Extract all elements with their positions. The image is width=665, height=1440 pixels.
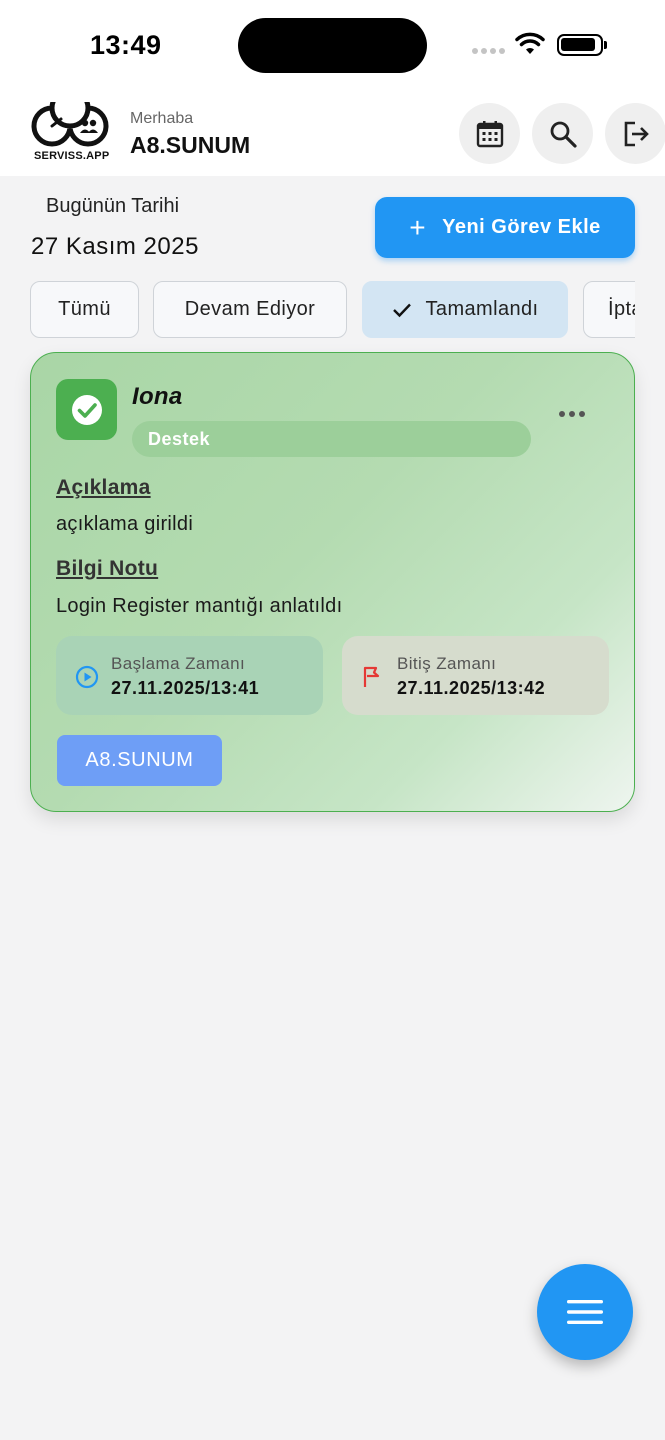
description-text: açıklama girildi bbox=[56, 513, 194, 535]
check-icon bbox=[392, 303, 411, 317]
filter-chip-label: Tamamlandı bbox=[425, 298, 539, 320]
filter-chip-completed[interactable]: Tamamlandı bbox=[362, 281, 568, 338]
end-time-box: Bitiş Zamanı 27.11.2025/13:42 bbox=[342, 636, 609, 715]
flag-icon bbox=[363, 666, 380, 687]
add-task-button[interactable]: + Yeni Görev Ekle bbox=[375, 197, 635, 258]
assignee-chip[interactable]: A8.SUNUM bbox=[57, 735, 222, 786]
today-label: Bugünün Tarihi bbox=[46, 195, 180, 217]
note-text: Login Register mantığı anlatıldı bbox=[56, 595, 343, 617]
add-task-label: Yeni Görev Ekle bbox=[442, 216, 601, 238]
start-time-value: 27.11.2025/13:41 bbox=[111, 678, 260, 698]
filter-chip-label: Tümü bbox=[58, 298, 111, 320]
check-circle-icon bbox=[71, 394, 102, 425]
start-time-box: Başlama Zamanı 27.11.2025/13:41 bbox=[56, 636, 323, 715]
plus-icon: + bbox=[409, 211, 427, 243]
wifi-icon bbox=[514, 32, 546, 61]
status-filter-bar: Tümü Devam Ediyor Tamamlandı İptal bbox=[30, 281, 635, 340]
status-time: 13:49 bbox=[90, 30, 162, 60]
today-date: 27 Kasım 2025 bbox=[31, 233, 199, 260]
calendar-icon bbox=[476, 120, 503, 147]
task-card[interactable]: Iona Destek Açıklama açıklama girildi Bi… bbox=[30, 352, 635, 812]
filter-chip-label: İptal bbox=[608, 298, 635, 320]
logo-text: SERVISS.APP bbox=[34, 150, 110, 162]
status-bar: 13:49 bbox=[0, 0, 665, 92]
greeting-text: Merhaba bbox=[130, 110, 194, 127]
end-time-label: Bitiş Zamanı bbox=[397, 654, 497, 673]
calendar-button[interactable] bbox=[459, 103, 520, 164]
logout-button[interactable] bbox=[605, 103, 665, 164]
more-options-icon[interactable] bbox=[559, 411, 585, 417]
menu-icon bbox=[567, 1300, 603, 1324]
search-button[interactable] bbox=[532, 103, 593, 164]
cellular-signal-icon bbox=[472, 48, 505, 54]
search-icon bbox=[550, 121, 577, 148]
logout-icon bbox=[624, 121, 649, 146]
user-name: A8.SUNUM bbox=[130, 132, 251, 158]
completed-status-badge bbox=[56, 379, 117, 440]
battery-icon bbox=[557, 34, 607, 56]
start-time-label: Başlama Zamanı bbox=[111, 654, 246, 673]
note-label: Bilgi Notu bbox=[56, 557, 159, 580]
description-label: Açıklama bbox=[56, 476, 151, 499]
play-circle-icon bbox=[75, 665, 99, 689]
end-time-value: 27.11.2025/13:42 bbox=[397, 678, 546, 698]
filter-chip-all[interactable]: Tümü bbox=[30, 281, 139, 338]
filter-chip-cancelled[interactable]: İptal bbox=[583, 281, 635, 338]
menu-fab[interactable] bbox=[537, 1264, 633, 1360]
app-header: SERVISS.APP Merhaba A8.SUNUM bbox=[0, 87, 665, 176]
task-category-badge: Destek bbox=[132, 421, 531, 457]
task-title: Iona bbox=[132, 383, 183, 410]
dynamic-island bbox=[238, 18, 427, 73]
filter-chip-label: Devam Ediyor bbox=[184, 298, 316, 320]
filter-chip-in-progress[interactable]: Devam Ediyor bbox=[153, 281, 347, 338]
